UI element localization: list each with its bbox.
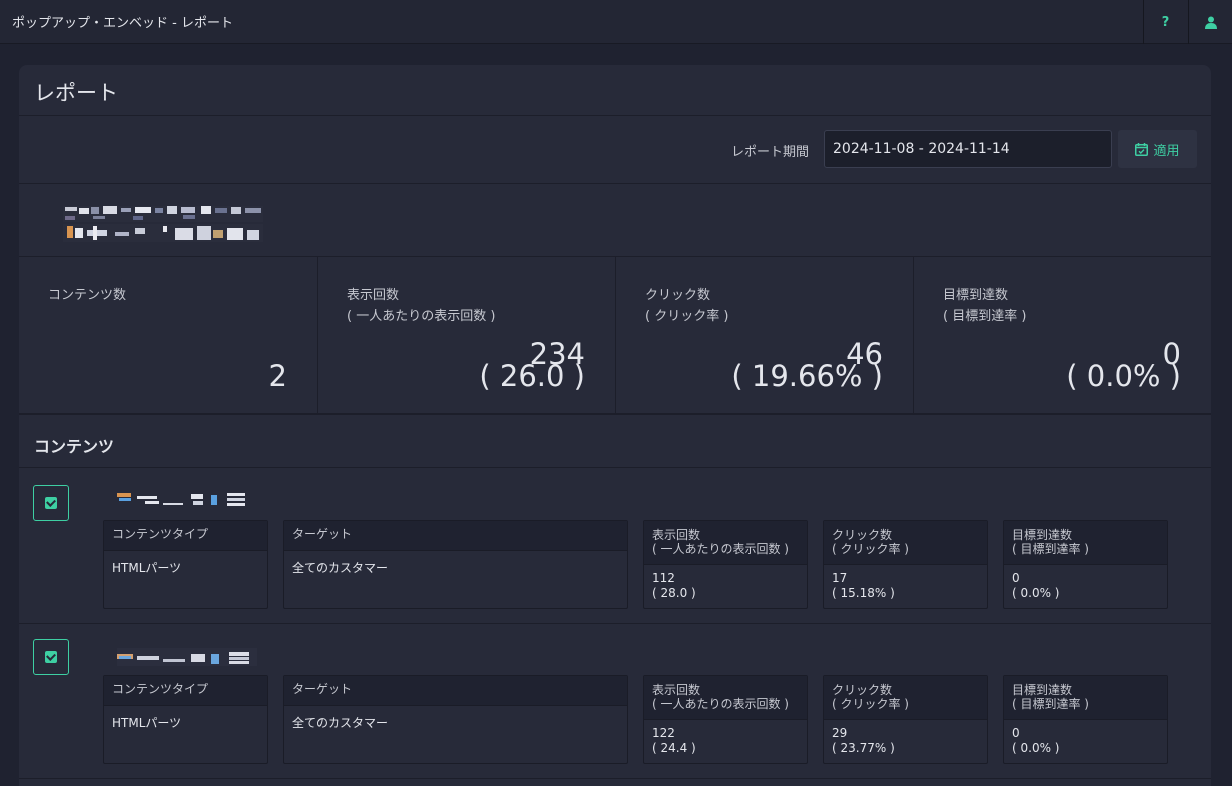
stat-label: 目標到達数 (943, 288, 1009, 303)
report-title: レポート (34, 81, 118, 105)
info-subvalue: ( 28.0 ) (652, 586, 696, 600)
stat-sublabel: ( 一人あたりの表示回数 ) (347, 309, 496, 324)
info-sublabel: ( クリック率 ) (832, 542, 909, 556)
content-checkbox[interactable] (33, 639, 69, 675)
period-filter: レポート期間 2024-11-08 - 2024-11-14 適用 (19, 116, 1211, 184)
stat-sublabel: ( クリック率 ) (645, 309, 729, 324)
info-label: ターゲット (284, 521, 627, 551)
contents-section-header: コンテンツ (19, 418, 1211, 468)
info-label: コンテンツタイプ (104, 676, 267, 706)
info-label: 表示回数 (652, 683, 701, 697)
info-clicks: クリック数( クリック率 ) 29( 23.77% ) (823, 675, 988, 764)
info-label: 目標到達数 (1012, 528, 1073, 542)
info-goals: 目標到達数( 目標到達率 ) 0( 0.0% ) (1003, 675, 1168, 764)
content-thumbnail (117, 648, 257, 666)
info-content-type: コンテンツタイプ HTMLパーツ (103, 520, 268, 609)
stat-clicks: クリック数 ( クリック率 ) 46 ( 19.66% ) (616, 257, 914, 415)
info-subvalue: ( 0.0% ) (1012, 741, 1060, 755)
info-sublabel: ( クリック率 ) (832, 697, 909, 711)
calendar-check-icon (1135, 142, 1149, 156)
info-value: 全てのカスタマー (292, 561, 389, 575)
content-row: コンテンツタイプ HTMLパーツ ターゲット 全てのカスタマー 表示回数( 一人… (19, 469, 1211, 624)
info-sublabel: ( 一人あたりの表示回数 ) (652, 542, 789, 556)
info-label: クリック数 (832, 683, 893, 697)
apply-button[interactable]: 適用 (1118, 130, 1197, 168)
stat-contents: コンテンツ数 2 (19, 257, 318, 415)
content-row: コンテンツタイプ HTMLパーツ ターゲット 全てのカスタマー 表示回数( 一人… (19, 624, 1211, 779)
info-subvalue: ( 23.77% ) (832, 741, 895, 755)
period-input[interactable]: 2024-11-08 - 2024-11-14 (824, 130, 1112, 168)
info-subvalue: ( 15.18% ) (832, 586, 895, 600)
info-subvalue: ( 24.4 ) (652, 741, 696, 755)
info-sublabel: ( 目標到達率 ) (1012, 542, 1089, 556)
info-label: 目標到達数 (1012, 683, 1073, 697)
stat-sublabel: ( 目標到達率 ) (943, 309, 1027, 324)
info-target: ターゲット 全てのカスタマー (283, 520, 628, 609)
info-sublabel: ( 目標到達率 ) (1012, 697, 1089, 711)
stat-label: クリック数 (645, 288, 711, 303)
stat-label: コンテンツ数 (48, 288, 127, 303)
info-value: 0 (1012, 571, 1020, 585)
info-goals: 目標到達数( 目標到達率 ) 0( 0.0% ) (1003, 520, 1168, 609)
check-icon (45, 651, 57, 663)
site-logo (63, 206, 263, 242)
user-menu-button[interactable] (1188, 0, 1232, 44)
info-views: 表示回数( 一人あたりの表示回数 ) 122( 24.4 ) (643, 675, 808, 764)
page-title: ポップアップ・エンベッド - レポート (12, 16, 233, 31)
period-label: レポート期間 (731, 145, 810, 160)
info-target: ターゲット 全てのカスタマー (283, 675, 628, 764)
help-icon: ? (1161, 14, 1170, 30)
info-label: ターゲット (284, 676, 627, 706)
info-value: 29 (832, 726, 848, 740)
content-thumbnail (117, 493, 245, 506)
stat-subvalue: ( 19.66% ) (731, 359, 883, 393)
stat-goals: 目標到達数 ( 目標到達率 ) 0 ( 0.0% ) (914, 257, 1211, 415)
info-label: クリック数 (832, 528, 893, 542)
site-banner (19, 184, 1211, 257)
check-icon (45, 497, 57, 509)
info-value: 全てのカスタマー (292, 716, 389, 730)
info-value: 122 (652, 726, 675, 740)
info-value: HTMLパーツ (112, 561, 182, 575)
info-subvalue: ( 0.0% ) (1012, 586, 1060, 600)
apply-label: 適用 (1153, 143, 1180, 159)
stat-label: 表示回数 (347, 288, 400, 303)
info-label: 表示回数 (652, 528, 701, 542)
help-button[interactable]: ? (1143, 0, 1187, 44)
info-value: 17 (832, 571, 848, 585)
report-header: レポート (19, 65, 1211, 116)
info-clicks: クリック数( クリック率 ) 17( 15.18% ) (823, 520, 988, 609)
stat-subvalue: ( 0.0% ) (1066, 359, 1181, 393)
info-label: コンテンツタイプ (104, 521, 267, 551)
top-bar: ポップアップ・エンベッド - レポート ? (0, 0, 1232, 44)
info-value: 0 (1012, 726, 1020, 740)
info-value: 112 (652, 571, 675, 585)
report-card: レポート レポート期間 2024-11-08 - 2024-11-14 適用 コ… (19, 65, 1211, 786)
stat-value: 2 (268, 359, 287, 393)
content-checkbox[interactable] (33, 485, 69, 521)
summary-stats: コンテンツ数 2 表示回数 ( 一人あたりの表示回数 ) 234 ( 26.0 … (19, 257, 1211, 415)
stat-views: 表示回数 ( 一人あたりの表示回数 ) 234 ( 26.0 ) (318, 257, 616, 415)
info-value: HTMLパーツ (112, 716, 182, 730)
info-sublabel: ( 一人あたりの表示回数 ) (652, 697, 789, 711)
info-views: 表示回数( 一人あたりの表示回数 ) 112( 28.0 ) (643, 520, 808, 609)
info-content-type: コンテンツタイプ HTMLパーツ (103, 675, 268, 764)
stat-subvalue: ( 26.0 ) (479, 359, 585, 393)
user-icon (1204, 16, 1217, 29)
contents-section-title: コンテンツ (34, 437, 115, 456)
